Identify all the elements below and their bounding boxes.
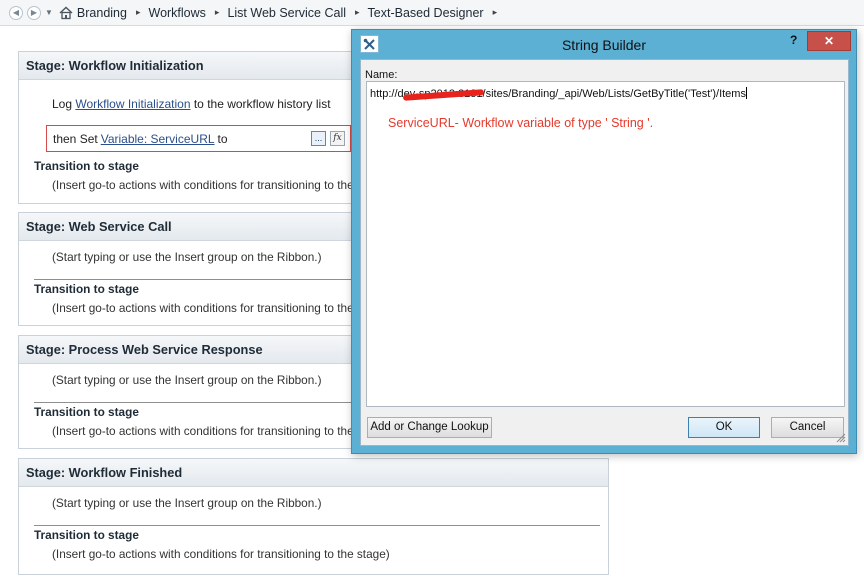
insert-hint[interactable]: (Start typing or use the Insert group on… <box>52 373 322 387</box>
history-dropdown-icon[interactable]: ▼ <box>45 8 53 17</box>
breadcrumb-separator-icon: ▸ <box>492 7 498 17</box>
divider <box>34 525 600 526</box>
url-text[interactable]: http://dev-sp2013:8181/sites/Branding/_a… <box>370 87 747 100</box>
set-prefix: then Set <box>53 131 98 146</box>
ok-button[interactable]: OK <box>688 417 760 438</box>
transition-hint[interactable]: (Insert go-to actions with conditions fo… <box>52 178 390 192</box>
text-caret <box>745 87 747 99</box>
annotation-text: ServiceURL- Workflow variable of type ' … <box>388 116 654 130</box>
url-end: /sites/Branding/_api/Web/Lists/GetByTitl… <box>482 88 746 100</box>
formula-icon[interactable]: fx <box>330 131 345 146</box>
add-or-change-lookup-button[interactable]: Add or Change Lookup <box>367 417 492 438</box>
stage-title[interactable]: Stage: Workflow Finished <box>19 459 608 487</box>
transition-label: Transition to stage <box>34 159 139 173</box>
cancel-button[interactable]: Cancel <box>771 417 844 438</box>
transition-hint[interactable]: (Insert go-to actions with conditions fo… <box>52 424 390 438</box>
name-label: Name: <box>365 69 398 81</box>
dialog-title: String Builder <box>561 37 647 53</box>
transition-label: Transition to stage <box>34 405 139 419</box>
dialog-body: Name: http://dev-sp2013:8181/sites/Brand… <box>360 59 849 446</box>
stage-workflow-finished: Stage: Workflow Finished (Start typing o… <box>18 458 609 575</box>
transition-hint[interactable]: (Insert go-to actions with conditions fo… <box>52 301 390 315</box>
insert-hint[interactable]: (Start typing or use the Insert group on… <box>52 250 322 264</box>
log-suffix: to the workflow history list <box>190 97 331 111</box>
breadcrumb-list-web-service-call[interactable]: List Web Service Call <box>227 6 346 20</box>
breadcrumb-separator-icon: ▸ <box>355 7 360 17</box>
breadcrumb-separator-icon: ▸ <box>214 7 220 17</box>
resize-grip-icon[interactable] <box>836 433 846 443</box>
string-builder-dialog: String Builder ? ✕ Name: http://dev-sp20… <box>351 29 857 454</box>
log-action[interactable]: Log Workflow Initialization to the workf… <box>52 97 331 111</box>
transition-label: Transition to stage <box>34 528 139 542</box>
set-variable-action[interactable]: then Set Variable: ServiceURL to ... fx <box>46 125 351 152</box>
help-icon[interactable]: ? <box>790 33 797 47</box>
forward-icon[interactable]: ▶ <box>27 5 41 20</box>
home-icon[interactable] <box>59 6 73 20</box>
variable-link[interactable]: Variable: ServiceURL <box>101 132 215 146</box>
redacted-host: ev-sp2013:8181 <box>403 88 483 100</box>
breadcrumb-text-based-designer[interactable]: Text-Based Designer <box>368 6 484 20</box>
close-button[interactable]: ✕ <box>807 31 851 51</box>
breadcrumb-separator-icon: ▸ <box>135 7 141 17</box>
breadcrumb-branding[interactable]: Branding <box>77 6 127 20</box>
transition-hint[interactable]: (Insert go-to actions with conditions fo… <box>52 547 390 561</box>
url-start: http://d <box>370 88 404 100</box>
breadcrumb-workflows[interactable]: Workflows <box>149 6 206 20</box>
log-prefix: Log <box>52 97 76 111</box>
set-suffix: to <box>217 131 228 146</box>
breadcrumb-bar: ◀ ▶ ▼ Branding ▸ Workflows ▸ List Web Se… <box>0 0 864 26</box>
log-message-link[interactable]: Workflow Initialization <box>75 97 190 111</box>
string-editor[interactable]: http://dev-sp2013:8181/sites/Branding/_a… <box>366 81 845 407</box>
ellipsis-button[interactable]: ... <box>311 131 326 146</box>
insert-hint[interactable]: (Start typing or use the Insert group on… <box>52 496 322 510</box>
dialog-titlebar[interactable]: String Builder ? ✕ <box>352 30 856 59</box>
back-icon[interactable]: ◀ <box>9 5 23 20</box>
transition-label: Transition to stage <box>34 282 139 296</box>
